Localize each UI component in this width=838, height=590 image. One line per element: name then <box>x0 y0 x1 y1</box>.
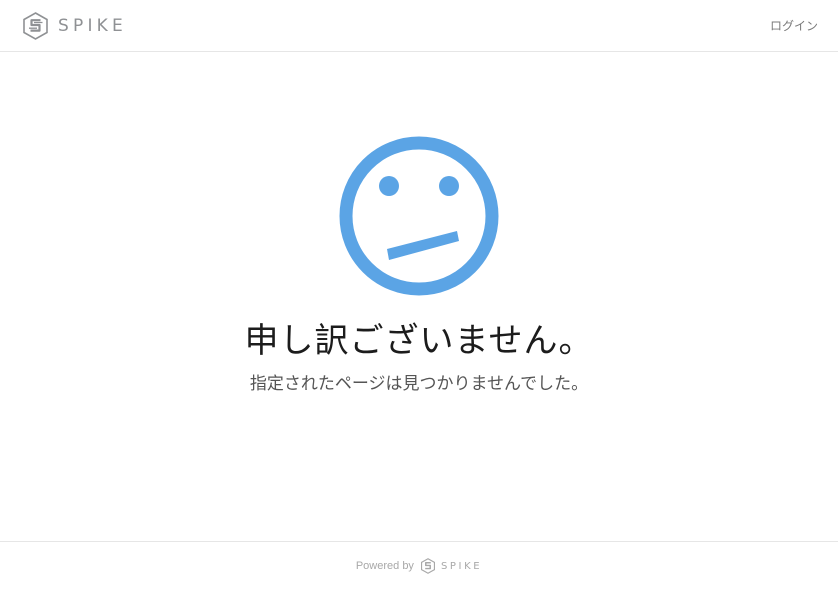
spike-logo-icon <box>23 12 48 40</box>
error-title: 申し訳ございません。 <box>244 321 594 361</box>
site-footer: Powered by SPIKE <box>0 541 838 590</box>
powered-by: Powered by SPIKE <box>0 558 838 574</box>
error-content: 申し訳ございません。 指定されたページは見つかりませんでした。 <box>0 53 838 541</box>
footer-brand-name[interactable]: SPIKE <box>441 561 482 572</box>
brand-name: SPIKE <box>58 16 127 36</box>
brand-logo-link[interactable]: SPIKE <box>23 12 127 40</box>
site-header: SPIKE ログイン <box>0 0 838 52</box>
powered-by-label: Powered by <box>355 560 414 572</box>
spike-logo-icon <box>420 558 435 574</box>
error-message: 指定されたページは見つかりませんでした。 <box>249 374 589 394</box>
login-link[interactable]: ログイン <box>770 17 818 35</box>
confused-face-icon <box>339 136 499 296</box>
